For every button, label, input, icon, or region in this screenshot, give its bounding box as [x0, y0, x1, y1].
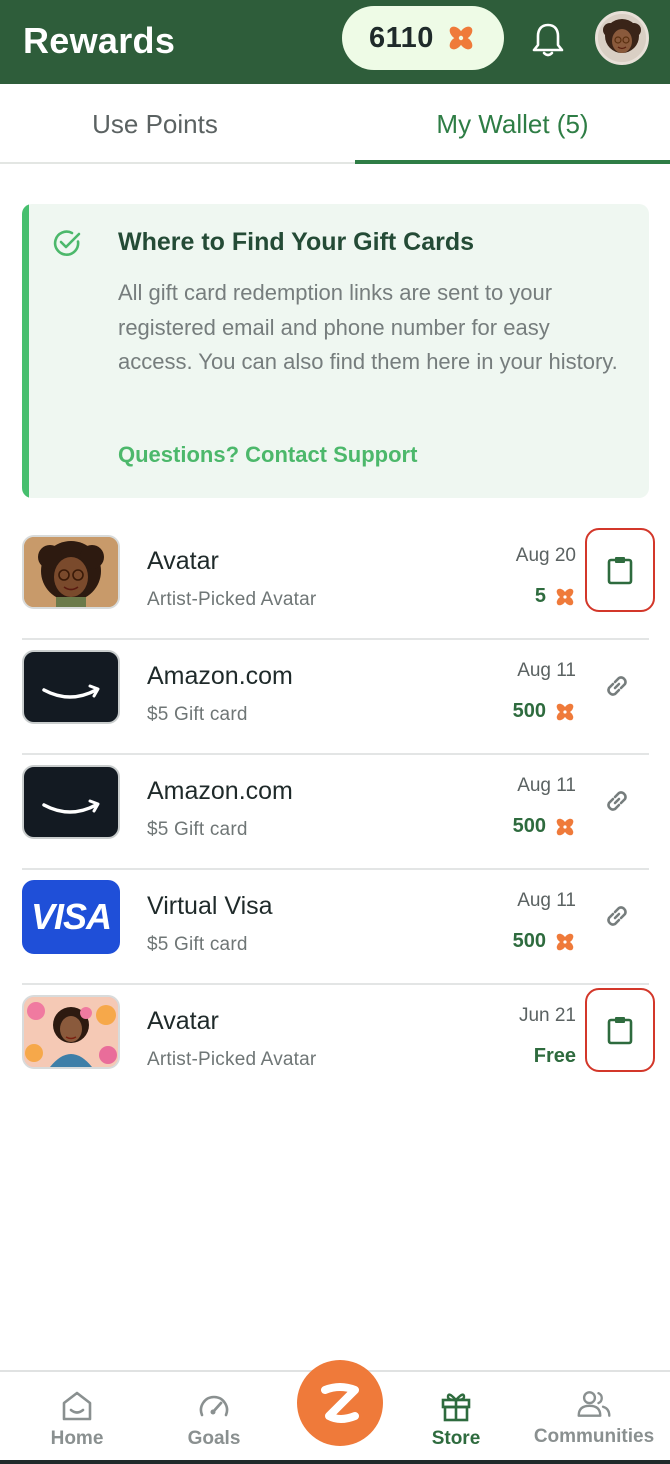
clipboard-icon	[607, 1017, 633, 1045]
item-subtitle: Artist-Picked Avatar	[147, 1049, 317, 1070]
item-subtitle: $5 Gift card	[147, 934, 248, 955]
nav-label: Goals	[187, 1428, 241, 1449]
item-title: Virtual Visa	[147, 892, 273, 920]
nav-label: Store	[431, 1428, 481, 1449]
gauge-icon	[199, 1395, 229, 1417]
item-date: Aug 11	[517, 890, 576, 911]
item-cost: 500	[513, 815, 576, 838]
item-cost-value: 500	[512, 930, 546, 952]
wallet-item[interactable]: Avatar Artist-Picked Avatar Aug 20 5	[22, 525, 655, 640]
clipboard-icon	[607, 557, 633, 585]
open-link-button[interactable]	[585, 646, 649, 726]
item-subtitle: $5 Gift card	[147, 704, 248, 725]
item-cost-value: 500	[512, 815, 546, 837]
banner-accent-bar	[22, 204, 29, 498]
user-avatar[interactable]	[595, 11, 649, 65]
avatar-illustration-icon	[24, 537, 118, 607]
nav-label: Communities	[533, 1426, 655, 1447]
page-title: Rewards	[23, 20, 176, 61]
copy-button[interactable]	[585, 528, 655, 612]
tab-my-wallet[interactable]: My Wallet (5)	[355, 84, 670, 164]
contact-support-link[interactable]: Questions? Contact Support	[118, 442, 417, 468]
wallet-item[interactable]: VISA Virtual Visa $5 Gift card Aug 11 50…	[22, 870, 649, 985]
item-cost: 5	[535, 585, 576, 608]
banner-body: All gift card redemption links are sent …	[118, 280, 618, 374]
flower-icon	[556, 818, 574, 835]
wallet-item[interactable]: Amazon.com $5 Gift card Aug 11 500	[22, 640, 649, 755]
amazon-thumbnail	[22, 650, 120, 724]
item-title: Avatar	[147, 1007, 219, 1035]
amazon-smile-icon	[42, 684, 100, 699]
nav-home[interactable]: Home	[30, 1372, 124, 1464]
screen-bottom-edge	[0, 1460, 670, 1464]
open-link-button[interactable]	[585, 761, 649, 841]
zeal-home-fab[interactable]	[297, 1360, 383, 1446]
avatar-illustration-icon	[598, 14, 646, 62]
visa-logo-text: VISA	[30, 896, 112, 937]
item-cost: Free	[534, 1045, 576, 1068]
flower-icon	[556, 703, 574, 720]
item-cost: 500	[513, 700, 576, 723]
flower-icon	[556, 588, 574, 605]
home-icon	[62, 1391, 92, 1421]
item-cost-value: Free	[533, 1045, 576, 1067]
nav-communities[interactable]: Communities	[530, 1372, 658, 1464]
item-cost-value: 500	[512, 700, 546, 722]
check-circle-icon	[53, 230, 81, 256]
visa-thumbnail: VISA	[22, 880, 120, 954]
flower-icon	[556, 933, 574, 950]
link-icon	[607, 906, 627, 926]
flower-icon	[449, 26, 473, 50]
copy-button[interactable]	[585, 988, 655, 1072]
wallet-item[interactable]: Amazon.com $5 Gift card Aug 11 500	[22, 755, 649, 870]
nav-label: Home	[50, 1428, 104, 1449]
item-subtitle: $5 Gift card	[147, 819, 248, 840]
item-date: Aug 11	[517, 775, 576, 796]
wallet-tabs: Use Points My Wallet (5)	[0, 84, 670, 164]
points-balance: 6110	[369, 21, 434, 54]
item-subtitle: Artist-Picked Avatar	[147, 589, 317, 610]
nav-store[interactable]: Store	[409, 1372, 503, 1464]
amazon-smile-icon	[42, 799, 100, 814]
banner-title: Where to Find Your Gift Cards	[118, 228, 475, 256]
people-icon	[577, 1391, 611, 1417]
avatar-thumbnail	[22, 535, 120, 609]
item-title: Amazon.com	[147, 777, 293, 805]
link-icon	[607, 791, 627, 811]
tab-use-points[interactable]: Use Points	[0, 84, 310, 164]
bell-icon[interactable]	[530, 20, 566, 60]
item-date: Aug 11	[517, 660, 576, 681]
item-cost: 500	[513, 930, 576, 953]
wallet-item[interactable]: Avatar Artist-Picked Avatar Jun 21 Free	[22, 985, 655, 1100]
amazon-thumbnail	[22, 765, 120, 839]
gift-icon	[441, 1393, 471, 1422]
active-tab-indicator	[355, 160, 670, 164]
item-title: Amazon.com	[147, 662, 293, 690]
avatar-thumbnail	[22, 995, 120, 1069]
points-balance-pill[interactable]: 6110	[342, 6, 504, 70]
item-title: Avatar	[147, 547, 219, 575]
nav-goals[interactable]: Goals	[167, 1372, 261, 1464]
item-date: Jun 21	[518, 1005, 576, 1026]
z-logo-icon	[321, 1383, 359, 1423]
item-cost-value: 5	[534, 585, 546, 607]
gift-card-info-banner: Where to Find Your Gift Cards All gift c…	[22, 204, 649, 498]
open-link-button[interactable]	[585, 876, 649, 956]
item-date: Aug 20	[515, 545, 576, 566]
avatar-illustration-icon	[24, 997, 118, 1067]
app-header: Rewards 6110	[0, 0, 670, 84]
link-icon	[607, 676, 627, 696]
